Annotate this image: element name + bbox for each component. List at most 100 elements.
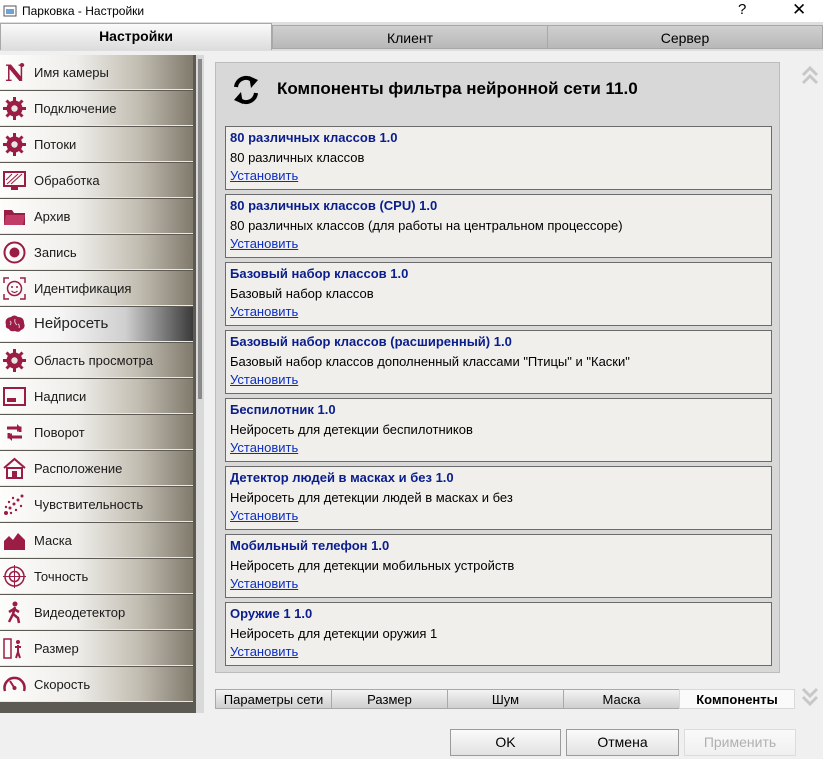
camera-name-icon: N: [5, 61, 25, 84]
install-link[interactable]: Установить: [230, 644, 298, 659]
component-name: Базовый набор классов (расширенный) 1.0: [230, 334, 512, 349]
sidebar-item-rotation[interactable]: Поворот: [0, 415, 193, 450]
install-link[interactable]: Установить: [230, 236, 298, 251]
app-icon: [3, 5, 17, 17]
sidebar-item-label: Маска: [34, 533, 72, 548]
tab-components[interactable]: Компоненты: [679, 689, 795, 709]
top-tabs: Настройки Клиент Сервер: [0, 22, 823, 51]
component-description: 80 различных классов: [230, 150, 365, 165]
sidebar-item-camera-name[interactable]: N Имя камеры: [0, 55, 193, 90]
install-link[interactable]: Установить: [230, 440, 298, 455]
sidebar-item-processing[interactable]: Обработка: [0, 163, 193, 198]
sidebar-item-label: Запись: [34, 245, 77, 260]
ok-button[interactable]: OK: [450, 729, 561, 756]
sidebar-item-neural-network[interactable]: Нейросеть: [0, 307, 193, 342]
sidebar-item-identification[interactable]: Идентификация: [0, 271, 193, 306]
rotate-icon: [7, 424, 22, 441]
tab-noise[interactable]: Шум: [447, 689, 564, 709]
sidebar-scroll-thumb[interactable]: [198, 59, 202, 399]
component-name: 80 различных классов (CPU) 1.0: [230, 198, 438, 213]
sidebar-item-captions[interactable]: Надписи: [0, 379, 193, 414]
tab-client[interactable]: Клиент: [272, 25, 548, 49]
monitor-icon: [3, 171, 26, 190]
sensitivity-icon: [4, 494, 24, 515]
target-icon: [3, 565, 26, 588]
component-card: Базовый набор классов (расширенный) 1.0 …: [225, 330, 772, 394]
tab-size[interactable]: Размер: [331, 689, 448, 709]
component-card: 80 различных классов (CPU) 1.0 80 различ…: [225, 194, 772, 258]
sidebar-item-size[interactable]: Размер: [0, 631, 193, 666]
tab-server[interactable]: Сервер: [547, 25, 823, 49]
component-description: 80 различных классов (для работы на цент…: [230, 218, 623, 233]
panel-scrollbar[interactable]: [797, 62, 823, 712]
sidebar-item-label: Поворот: [34, 425, 85, 440]
sidebar-item-archive[interactable]: Архив: [0, 199, 193, 234]
install-link[interactable]: Установить: [230, 168, 298, 183]
sidebar-item-sensitivity[interactable]: Чувствительность: [0, 487, 193, 522]
component-card: Мобильный телефон 1.0 Нейросеть для дете…: [225, 534, 772, 598]
install-link[interactable]: Установить: [230, 576, 298, 591]
component-description: Базовый набор классов: [230, 286, 374, 301]
bottom-tabs: Параметры сети Размер Шум Маска Компонен…: [215, 689, 795, 709]
sidebar-item-streams[interactable]: Потоки: [0, 127, 193, 162]
sidebar-item-recording[interactable]: Запись: [0, 235, 193, 270]
sidebar-item-mask[interactable]: Маска: [0, 523, 193, 558]
sidebar-item-label: Подключение: [34, 101, 117, 116]
tab-mask[interactable]: Маска: [563, 689, 680, 709]
cancel-button[interactable]: Отмена: [566, 729, 679, 756]
apply-button[interactable]: Применить: [684, 729, 796, 756]
sidebar-item-video-detector[interactable]: Видеодетектор: [0, 595, 193, 630]
scroll-down-icon[interactable]: [801, 684, 819, 708]
sidebar-item-location[interactable]: Расположение: [0, 451, 193, 486]
component-name: Базовый набор классов 1.0: [230, 266, 409, 281]
component-card: Детектор людей в масках и без 1.0 Нейрос…: [225, 466, 772, 530]
close-button[interactable]: ✕: [792, 0, 806, 20]
sidebar-item-label: Обработка: [34, 173, 100, 188]
component-description: Нейросеть для детекции оружия 1: [230, 626, 438, 641]
scroll-up-icon[interactable]: [801, 64, 819, 88]
component-name: Беспилотник 1.0: [230, 402, 336, 417]
component-description: Нейросеть для детекции людей в масках и …: [230, 490, 513, 505]
sidebar-item-connection[interactable]: Подключение: [0, 91, 193, 126]
sidebar-item-accuracy[interactable]: Точность: [0, 559, 193, 594]
component-card: Беспилотник 1.0 Нейросеть для детекции б…: [225, 398, 772, 462]
help-button[interactable]: ?: [738, 1, 746, 18]
component-description: Базовый набор классов дополненный класса…: [230, 354, 630, 369]
sidebar: N Имя камеры Подключение Потоки Обработк…: [0, 55, 196, 713]
sidebar-item-label: Чувствительность: [34, 497, 144, 512]
component-description: Нейросеть для детекции беспилотников: [230, 422, 473, 437]
sidebar-item-label: Имя камеры: [34, 65, 109, 80]
speedometer-icon: [3, 676, 26, 692]
gear-icon: [3, 97, 26, 120]
component-name: Детектор людей в масках и без 1.0: [230, 470, 454, 485]
sidebar-item-label: Архив: [34, 209, 71, 224]
sidebar-scrollbar[interactable]: [196, 55, 204, 713]
install-link[interactable]: Установить: [230, 372, 298, 387]
component-name: 80 различных классов 1.0: [230, 130, 398, 145]
sidebar-item-label: Нейросеть: [34, 315, 109, 332]
folder-icon: [4, 210, 25, 225]
sidebar-item-label: Расположение: [34, 461, 123, 476]
sidebar-item-label: Идентификация: [34, 281, 132, 296]
brain-icon: [5, 315, 25, 332]
sidebar-item-speed[interactable]: Скорость: [0, 667, 193, 702]
sidebar-item-label: Скорость: [34, 677, 91, 692]
refresh-icon: [234, 75, 258, 105]
component-name: Оружие 1 1.0: [230, 606, 313, 621]
house-icon: [3, 457, 26, 479]
sidebar-item-view-area[interactable]: Область просмотра: [0, 343, 193, 378]
panel-title: Компоненты фильтра нейронной сети 11.0: [277, 79, 638, 98]
size-icon: [3, 638, 21, 659]
sidebar-item-label: Потоки: [34, 137, 77, 152]
sidebar-item-label: Область просмотра: [34, 353, 153, 368]
tab-settings[interactable]: Настройки: [0, 23, 272, 50]
install-link[interactable]: Установить: [230, 304, 298, 319]
sidebar-item-label: Размер: [34, 641, 79, 656]
install-link[interactable]: Установить: [230, 508, 298, 523]
tab-network-params[interactable]: Параметры сети: [215, 689, 332, 709]
sidebar-item-label: Точность: [34, 569, 89, 584]
component-name: Мобильный телефон 1.0: [230, 538, 390, 553]
caption-icon: [3, 387, 26, 406]
component-description: Нейросеть для детекции мобильных устройс…: [230, 558, 515, 573]
window-title: Парковка - Настройки: [22, 4, 145, 18]
